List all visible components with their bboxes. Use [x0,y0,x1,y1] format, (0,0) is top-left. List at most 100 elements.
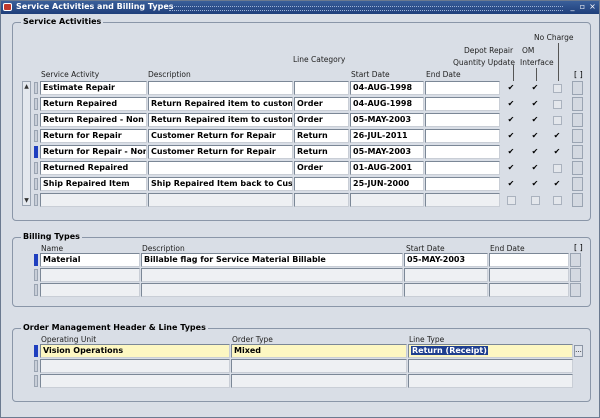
operating-unit-field[interactable]: Vision Operations [40,344,230,358]
billing-start-date-field[interactable] [404,268,488,282]
line-category-field[interactable]: Return [294,145,349,159]
description-field[interactable]: Customer Return for Repair [148,129,293,143]
quantity-update-checkbox[interactable]: ✔ [507,116,515,124]
record-indicator[interactable] [34,254,38,266]
end-date-field[interactable] [425,145,500,159]
record-indicator[interactable] [34,269,38,281]
start-date-field[interactable]: 01-AUG-2001 [350,161,424,175]
record-indicator[interactable] [34,98,38,110]
start-date-field[interactable]: 05-MAY-2003 [350,113,424,127]
record-indicator[interactable] [34,194,38,206]
start-date-field[interactable]: 05-MAY-2003 [350,145,424,159]
quantity-update-checkbox[interactable]: ✔ [507,148,515,156]
service-activity-field[interactable]: Ship Repaired Item [40,177,147,191]
no-charge-checkbox[interactable]: ✔ [553,148,561,156]
om-interface-checkbox[interactable] [531,196,540,205]
om-interface-checkbox[interactable]: ✔ [531,132,539,140]
close-icon[interactable]: × [588,2,597,12]
description-field[interactable] [148,161,293,175]
no-charge-checkbox[interactable] [553,100,562,109]
record-indicator[interactable] [34,82,38,94]
description-field[interactable]: Return Repaired item to customer [148,113,293,127]
line-category-field[interactable]: Order [294,97,349,111]
no-charge-checkbox[interactable] [553,116,562,125]
billing-description-field[interactable]: Billable flag for Service Material Billa… [141,253,403,267]
folder-toggle-activities[interactable]: [ ] [574,70,583,79]
no-charge-checkbox[interactable] [553,84,562,93]
record-indicator[interactable] [34,114,38,126]
operating-unit-field[interactable] [40,359,230,373]
quantity-update-checkbox[interactable]: ✔ [507,84,515,92]
om-interface-checkbox[interactable]: ✔ [531,180,539,188]
no-charge-checkbox[interactable]: ✔ [553,180,561,188]
end-date-field[interactable] [425,129,500,143]
folder-toggle-billing[interactable]: [ ] [574,243,583,252]
no-charge-checkbox[interactable] [553,164,562,173]
no-charge-checkbox[interactable] [553,196,562,205]
row-folder-cell[interactable] [572,145,583,159]
row-folder-cell[interactable] [572,193,583,207]
record-indicator[interactable] [34,130,38,142]
billing-end-date-field[interactable] [489,253,569,267]
om-interface-checkbox[interactable]: ✔ [531,164,539,172]
start-date-field[interactable]: 04-AUG-1998 [350,81,424,95]
end-date-field[interactable] [425,81,500,95]
row-folder-cell[interactable] [572,113,583,127]
row-folder-cell[interactable] [572,129,583,143]
record-indicator[interactable] [34,162,38,174]
billing-start-date-field[interactable]: 05-MAY-2003 [404,253,488,267]
row-folder-cell[interactable] [572,161,583,175]
end-date-field[interactable] [425,161,500,175]
description-field[interactable] [148,193,293,207]
row-folder-cell[interactable] [570,268,581,282]
line-category-field[interactable]: Return [294,129,349,143]
line-category-field[interactable]: Order [294,113,349,127]
line-type-field[interactable] [408,359,573,373]
end-date-field[interactable] [425,97,500,111]
description-field[interactable] [148,81,293,95]
billing-description-field[interactable] [141,283,403,297]
service-activity-field[interactable]: Return for Repair - Non IB [40,145,147,159]
operating-unit-field[interactable] [40,374,230,388]
row-folder-cell[interactable] [570,283,581,297]
record-indicator[interactable] [34,146,38,158]
quantity-update-checkbox[interactable] [507,196,516,205]
service-activity-field[interactable]: Return for Repair [40,129,147,143]
billing-name-field[interactable]: Material [40,253,140,267]
quantity-update-checkbox[interactable]: ✔ [507,164,515,172]
billing-end-date-field[interactable] [489,283,569,297]
quantity-update-checkbox[interactable]: ✔ [507,100,515,108]
row-folder-cell[interactable] [572,177,583,191]
record-indicator[interactable] [34,178,38,190]
om-interface-checkbox[interactable]: ✔ [531,116,539,124]
record-indicator[interactable] [34,375,38,387]
om-interface-checkbox[interactable]: ✔ [531,84,539,92]
minimize-icon[interactable]: _ [568,2,577,12]
billing-end-date-field[interactable] [489,268,569,282]
list-of-values-button[interactable]: ... [574,345,583,357]
service-activity-field[interactable] [40,193,147,207]
start-date-field[interactable]: 26-JUL-2011 [350,129,424,143]
billing-description-field[interactable] [141,268,403,282]
line-category-field[interactable] [294,193,349,207]
scroll-up-icon[interactable]: ▲ [23,82,30,91]
end-date-field[interactable] [425,113,500,127]
quantity-update-checkbox[interactable]: ✔ [507,180,515,188]
service-activity-field[interactable]: Return Repaired - Non IB [40,113,147,127]
line-type-field[interactable]: Return (Receipt) [408,344,573,358]
scroll-down-icon[interactable]: ▼ [23,196,30,205]
om-interface-checkbox[interactable]: ✔ [531,148,539,156]
billing-name-field[interactable] [40,283,140,297]
line-type-field[interactable] [408,374,573,388]
line-category-field[interactable] [294,177,349,191]
start-date-field[interactable]: 04-AUG-1998 [350,97,424,111]
description-field[interactable]: Ship Repaired Item back to Customer [148,177,293,191]
billing-name-field[interactable] [40,268,140,282]
line-category-field[interactable]: Order [294,161,349,175]
service-activity-field[interactable]: Return Repaired [40,97,147,111]
activities-scrollbar[interactable]: ▲ ▼ [22,81,31,206]
row-folder-cell[interactable] [572,97,583,111]
description-field[interactable]: Return Repaired item to customer [148,97,293,111]
record-indicator[interactable] [34,360,38,372]
end-date-field[interactable] [425,193,500,207]
